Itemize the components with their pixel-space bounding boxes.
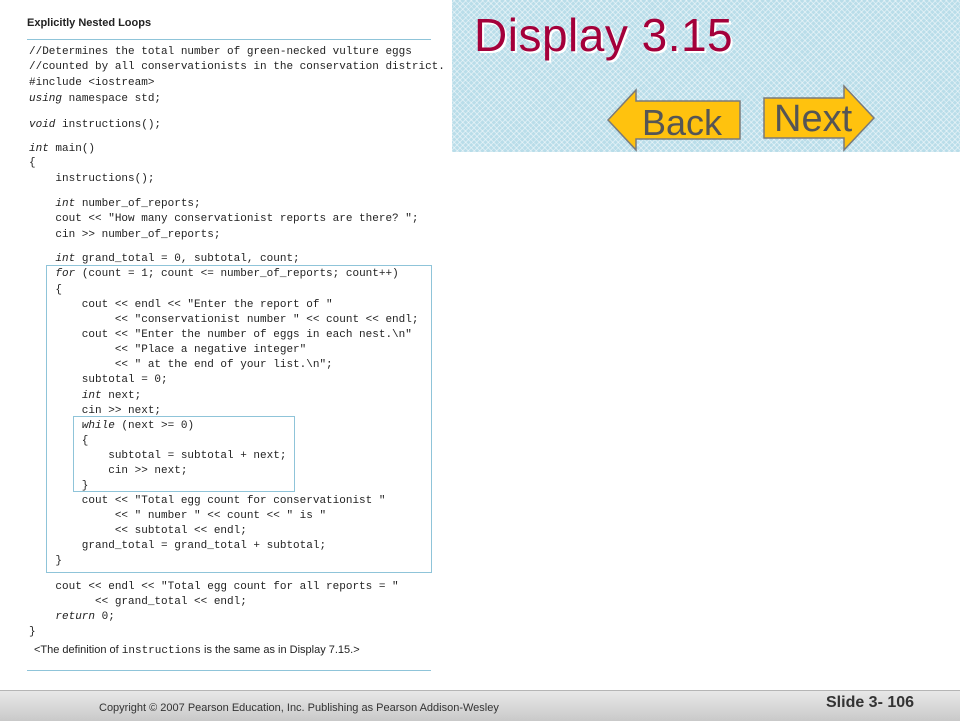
listing-footnote: <The definition of instructions is the s…: [34, 644, 360, 657]
code-line: {: [29, 284, 63, 296]
code-line: }: [29, 626, 36, 638]
code-line: void instructions();: [29, 119, 162, 131]
code-line: }: [29, 555, 63, 567]
code-line: << "conservationist number " << count <<…: [29, 314, 419, 326]
listing-bottom-rule: [27, 670, 431, 671]
code-keyword: int: [81, 390, 102, 402]
code-line: cout << "How many conservationist report…: [29, 213, 419, 225]
code-line: #include <iostream>: [29, 77, 155, 89]
code-keyword: return: [55, 611, 96, 623]
code-line: << " at the end of your list.\n";: [29, 359, 333, 371]
code-line: grand_total = grand_total + subtotal;: [29, 540, 327, 552]
back-button[interactable]: Back: [606, 88, 742, 152]
code-line: return 0;: [55, 611, 115, 623]
footnote-post: is the same as in Display 7.15.>: [200, 644, 360, 656]
code-line: cin >> next;: [29, 405, 162, 417]
code-line: while (next >= 0): [81, 420, 195, 432]
code-line: cout << endl << "Total egg count for all…: [29, 581, 399, 593]
code-line: for (count = 1; count <= number_of_repor…: [55, 268, 399, 280]
code-line: cout << "Total egg count for conservatio…: [29, 495, 386, 507]
code-line: {: [29, 435, 89, 447]
code-line: //counted by all conservationists in the…: [29, 61, 445, 73]
code-keyword: for: [55, 268, 76, 280]
code-line: {: [29, 157, 36, 169]
code-line: << grand_total << endl;: [29, 596, 247, 608]
code-line: int main(): [29, 143, 96, 155]
code-line: subtotal = subtotal + next;: [29, 450, 287, 462]
footnote-pre: <The definition of: [34, 644, 122, 656]
code-keyword: int: [55, 198, 76, 210]
slide-number: Slide 3- 106: [826, 694, 915, 711]
code-line: << subtotal << endl;: [29, 525, 247, 537]
listing-top-rule: [27, 39, 431, 40]
code-line: int grand_total = 0, subtotal, count;: [55, 253, 300, 265]
code-line: cout << endl << "Enter the report of ": [29, 299, 333, 311]
code-line: //Determines the total number of green-n…: [29, 46, 412, 58]
code-keyword: while: [81, 420, 115, 432]
code-line: }: [29, 480, 89, 492]
code-line: int number_of_reports;: [55, 198, 201, 210]
code-line: cin >> number_of_reports;: [29, 229, 221, 241]
code-keyword: int: [55, 253, 76, 265]
code-line: using namespace std;: [29, 93, 162, 105]
code-keyword: using: [29, 93, 63, 105]
next-label: Next: [774, 98, 853, 140]
code-keyword: int: [29, 143, 49, 155]
code-line: cout << "Enter the number of eggs in eac…: [29, 329, 412, 341]
code-line: << "Place a negative integer": [29, 344, 307, 356]
slide-title: Display 3.15: [474, 9, 734, 61]
footnote-code: instructions: [121, 645, 201, 657]
copyright: Copyright © 2007 Pearson Education, Inc.…: [99, 702, 499, 714]
back-label: Back: [642, 102, 723, 143]
code-line: instructions();: [29, 173, 155, 185]
code-keyword: void: [29, 119, 56, 131]
code-line: subtotal = 0;: [29, 374, 168, 386]
code-line: cin >> next;: [29, 465, 188, 477]
code-line: int next;: [81, 390, 142, 402]
listing-title: Explicitly Nested Loops: [27, 17, 152, 29]
code-line: << " number " << count << " is ": [29, 510, 327, 522]
next-button[interactable]: Next: [762, 84, 876, 152]
